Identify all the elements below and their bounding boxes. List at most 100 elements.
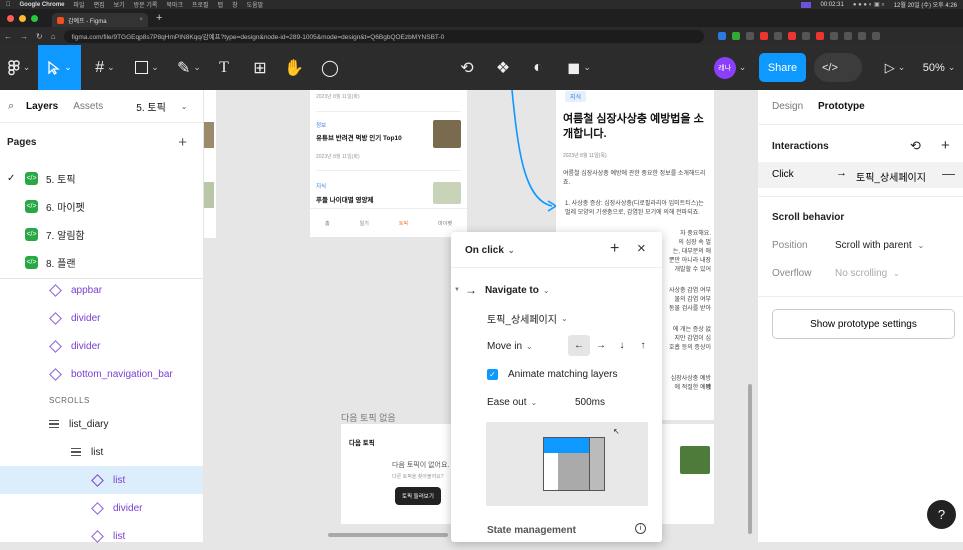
help-button[interactable]: ? xyxy=(927,500,956,529)
minimize-window-button[interactable] xyxy=(19,14,26,22)
extension-icon[interactable] xyxy=(801,32,810,40)
offscreen-frame[interactable] xyxy=(204,90,216,238)
remove-interaction-icon[interactable]: — xyxy=(942,166,955,181)
browse-topics-button[interactable]: 토픽 둘러보기 xyxy=(395,487,441,505)
tab-assets[interactable]: Assets xyxy=(73,101,103,112)
animation-dropdown[interactable]: Move in ⌄ xyxy=(487,338,533,354)
close-icon[interactable]: × xyxy=(637,240,646,257)
browser-tab[interactable]: 감예프 - Figma × xyxy=(52,13,148,27)
recording-icon[interactable] xyxy=(801,1,812,8)
layer-row[interactable]: divider xyxy=(0,304,203,332)
position-dropdown[interactable]: Scroll with parent ⌄ xyxy=(835,240,924,251)
extension-icon[interactable] xyxy=(773,32,782,40)
menu-item[interactable]: 북마크 xyxy=(166,0,183,9)
component-button[interactable]: ❖ xyxy=(491,45,515,90)
horizontal-scrollbar[interactable] xyxy=(328,533,448,537)
mask-button[interactable]: ◐ xyxy=(526,45,550,90)
home-icon[interactable]: ⌂ xyxy=(51,32,56,41)
nav-topic[interactable]: 토픽 xyxy=(399,220,408,227)
add-action-icon[interactable]: + xyxy=(610,240,619,258)
overflow-dropdown[interactable]: No scrolling ⌄ xyxy=(835,268,900,279)
layer-row-selected[interactable]: list xyxy=(0,466,203,494)
trigger-dropdown[interactable]: On click ⌄ xyxy=(465,242,515,258)
layer-row[interactable]: appbar xyxy=(0,276,203,304)
main-menu-button[interactable]: ⌄ xyxy=(4,45,34,90)
menu-item[interactable]: 도움말 xyxy=(247,0,264,9)
back-icon[interactable]: ← xyxy=(4,32,12,41)
share-button[interactable]: Share xyxy=(759,53,806,82)
page-item[interactable]: </> 6. 마이펫 xyxy=(0,192,203,220)
menu-app-name[interactable]: Google Chrome xyxy=(20,2,65,8)
reload-icon[interactable]: ↻ xyxy=(36,32,43,41)
extension-icon[interactable] xyxy=(829,32,838,40)
extension-icon[interactable] xyxy=(787,32,796,40)
tab-design[interactable]: Design xyxy=(772,101,803,112)
menu-item[interactable]: 방문 기록 xyxy=(134,0,158,9)
layer-row[interactable]: list xyxy=(0,438,203,466)
chevron-down-icon[interactable]: ⌄ xyxy=(181,102,188,111)
menu-item[interactable]: 편집 xyxy=(94,0,105,9)
extension-icon[interactable] xyxy=(871,32,880,40)
destination-dropdown[interactable]: 토픽_상세페이지 ⌄ xyxy=(487,310,568,326)
menu-item[interactable]: 프로필 xyxy=(192,0,209,9)
nav-diary[interactable]: 일기 xyxy=(360,220,369,227)
dev-mode-toggle[interactable]: </> xyxy=(814,53,862,82)
zoom-window-button[interactable] xyxy=(31,14,38,22)
apple-icon[interactable]:  xyxy=(6,2,11,8)
direction-left-button[interactable]: ← xyxy=(568,335,590,356)
extension-icon[interactable] xyxy=(815,32,824,40)
multiplayer-avatar[interactable]: 레나 ⌄ xyxy=(708,45,752,90)
info-icon[interactable]: i xyxy=(635,523,646,534)
tab-prototype[interactable]: Prototype xyxy=(818,101,865,112)
flow-icon[interactable]: ⟲ xyxy=(910,138,921,154)
menu-item[interactable]: 창 xyxy=(232,0,238,9)
nav-home[interactable]: 홈 xyxy=(325,220,330,227)
zoom-menu[interactable]: 50% ⌄ xyxy=(918,45,960,90)
comment-tool-button[interactable]: ◯ xyxy=(318,45,342,90)
tab-layers[interactable]: Layers xyxy=(26,101,58,112)
forward-icon[interactable]: → xyxy=(20,32,28,41)
layer-row[interactable]: bottom_navigation_bar xyxy=(0,360,203,388)
direction-right-button[interactable]: → xyxy=(591,335,611,356)
frame-label[interactable]: 다음 토픽 없음 xyxy=(341,411,396,424)
animate-matching-checkbox[interactable]: ✓ Animate matching layers xyxy=(487,366,618,382)
boolean-button[interactable]: ◼ ⌄ xyxy=(562,45,596,90)
extension-icon[interactable] xyxy=(745,32,754,40)
menu-item[interactable]: 탭 xyxy=(218,0,224,9)
present-button[interactable]: ▷ ⌄ xyxy=(878,45,912,90)
add-page-button[interactable]: + xyxy=(178,134,187,151)
easing-dropdown[interactable]: Ease out ⌄ xyxy=(487,394,537,410)
shape-tool-button[interactable]: ⌄ xyxy=(130,45,164,90)
page-selector[interactable]: 5. 토픽 xyxy=(136,99,166,114)
duration-input[interactable]: 500ms xyxy=(575,394,605,410)
layer-row[interactable]: list_diary xyxy=(0,410,203,438)
extension-icon[interactable] xyxy=(759,32,768,40)
layer-row[interactable]: list xyxy=(0,522,203,550)
nav-mypet[interactable]: 마이펫 xyxy=(438,220,452,227)
page-item[interactable]: ✓ </> 5. 토픽 xyxy=(0,164,203,192)
topic-list-frame[interactable]: 2023년 8월 11일(화) 정보 유튜브 반려견 먹방 인기 Top10 2… xyxy=(310,90,467,237)
direction-up-button[interactable]: ↑ xyxy=(633,335,653,356)
show-prototype-settings-button[interactable]: Show prototype settings xyxy=(772,309,955,339)
hand-tool-button[interactable]: ✋ xyxy=(282,45,306,90)
address-bar[interactable]: figma.com/file/9TGGEqp8s7P8qHmPIN8Kqq/감예… xyxy=(63,29,704,43)
page-item[interactable]: </> 8. 플랜 xyxy=(0,248,203,276)
interaction-row[interactable]: Click → 토픽_상세페이지 — xyxy=(758,162,963,188)
extension-icon[interactable] xyxy=(731,32,740,40)
pen-tool-button[interactable]: ✎ ⌄ xyxy=(172,45,206,90)
collapse-icon[interactable]: ▼ xyxy=(454,287,460,293)
page-item[interactable]: </> 7. 알림함 xyxy=(0,220,203,248)
prototype-flow-button[interactable]: ⟲ xyxy=(455,45,479,90)
extension-icon[interactable] xyxy=(843,32,852,40)
add-interaction-icon[interactable]: + xyxy=(941,137,950,154)
close-window-button[interactable] xyxy=(7,14,14,22)
resources-button[interactable]: ⊞ xyxy=(248,45,272,90)
direction-down-button[interactable]: ↓ xyxy=(612,335,632,356)
layer-row[interactable]: divider xyxy=(0,332,203,360)
new-tab-button[interactable]: + xyxy=(156,12,162,24)
layer-row[interactable]: divider xyxy=(0,494,203,522)
frame-tool-button[interactable]: # ⌄ xyxy=(88,45,122,90)
prototype-connection-arrow[interactable] xyxy=(504,90,564,215)
action-row[interactable]: ▼ → Navigate to ⌄ xyxy=(454,282,550,298)
menu-item[interactable]: 파일 xyxy=(74,0,85,9)
